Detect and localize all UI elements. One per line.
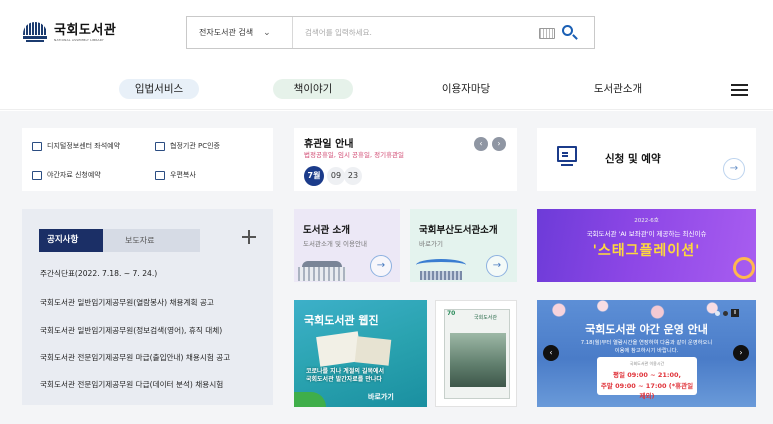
tab-notices[interactable]: 공지사항 [39, 229, 103, 252]
library-intro-tile[interactable]: 도서관 소개 도서관소개 및 이용안내 → [294, 209, 400, 282]
notice-item[interactable]: 국회도서관 일반임기제공무원(열람봉사) 채용계획 공고 [40, 297, 260, 308]
quick-links-card: 디지털정보센터 좌석예약 협정기관 PC인증 야간자료 신청예약 우편복사 [22, 128, 273, 191]
book-cover-image [450, 333, 506, 387]
closing-day: 23 [344, 167, 362, 185]
closing-title: 휴관일 안내 [304, 139, 354, 150]
kiosk-icon [557, 146, 577, 162]
webzine-link[interactable]: 바로가기 [368, 392, 394, 402]
slide-indicator: II [715, 309, 739, 317]
publication-banner[interactable]: 70 국회도서관 [435, 300, 517, 407]
busan-library-tile[interactable]: 국회부산도서관소개 바로가기 → [410, 209, 517, 282]
search-scope-select[interactable]: 전자도서관 검색 ⌄ [187, 17, 293, 48]
closing-prev-button[interactable]: ‹ [474, 137, 488, 151]
quick-link-seat-reservation[interactable]: 디지털정보센터 좌석예약 [32, 141, 120, 151]
closing-next-button[interactable]: › [492, 137, 506, 151]
nav-item-about[interactable]: 도서관소개 [578, 79, 658, 99]
quick-link-night-request[interactable]: 야간자료 신청예약 [32, 170, 101, 180]
book-icon [32, 170, 42, 180]
logo-subtitle: NATIONAL ASSEMBLY LIBRARY [54, 38, 104, 42]
tile-subtitle: 도서관소개 및 이용안내 [303, 240, 367, 248]
apply-title: 신청 및 예약 [605, 153, 661, 165]
notice-item[interactable]: 주간식단표(2022. 7.18. ~ 7. 24.) [40, 268, 260, 279]
nav-item-legislative[interactable]: 입법서비스 [119, 79, 199, 99]
arrow-right-icon: → [486, 255, 508, 277]
search-button[interactable] [560, 23, 580, 43]
site-header: 국회도서관 NATIONAL ASSEMBLY LIBRARY 전자도서관 검색… [0, 0, 773, 70]
search-scope-label: 전자도서관 검색 [199, 28, 254, 37]
menu-icon[interactable] [731, 84, 748, 96]
slide-next-button[interactable]: › [733, 345, 749, 361]
banner-headline: 국회도서관 웹진 [304, 314, 379, 327]
closing-days-card: 휴관일 안내 법정공휴일, 임시 공휴일, 정기휴관일 ‹ › 7월 09 23 [294, 128, 517, 191]
busan-building-icon [416, 259, 466, 281]
nav-item-books[interactable]: 책이야기 [273, 79, 353, 99]
tile-title: 도서관 소개 [303, 225, 351, 236]
pause-icon[interactable]: II [731, 309, 739, 317]
monitor-icon [155, 141, 165, 151]
arrow-right-icon: → [370, 255, 392, 277]
closing-month-badge: 7월 [304, 166, 324, 186]
banner-headline: 국회도서관 야간 운영 안내 [585, 323, 708, 336]
notice-item[interactable]: 국회도서관 전문임기제공무원 마급(출입안내) 채용시험 공고 [40, 352, 260, 363]
notice-item[interactable]: 국회도서관 전문임기제공무원 다급(데이터 분석) 채용시험 [40, 379, 260, 390]
tab-press-releases[interactable]: 보도자료 [103, 229, 200, 252]
closing-subtitle: 법정공휴일, 임시 공휴일, 정기휴관일 [304, 151, 405, 159]
tile-subtitle: 바로가기 [419, 240, 443, 248]
tile-title: 국회부산도서관소개 [419, 225, 498, 236]
closing-day: 09 [327, 167, 345, 185]
search-icon [562, 25, 573, 36]
site-logo[interactable]: 국회도서관 NATIONAL ASSEMBLY LIBRARY [22, 22, 116, 44]
more-plus-icon[interactable] [241, 229, 257, 245]
virtual-keyboard-icon[interactable] [539, 28, 555, 39]
slide-prev-button[interactable]: ‹ [543, 345, 559, 361]
main-nav: 입법서비스 책이야기 이용자마당 도서관소개 [0, 70, 773, 110]
logo-title: 국회도서관 [54, 23, 117, 38]
calendar-icon [32, 141, 42, 151]
quick-link-pc-auth[interactable]: 협정기관 PC인증 [155, 141, 220, 151]
library-building-icon [298, 261, 346, 282]
notice-panel: 공지사항 보도자료 주간식단표(2022. 7.18. ~ 7. 24.) 국회… [22, 209, 273, 405]
night-hours-banner[interactable]: II 국회도서관 야간 운영 안내 7.18(월)부터 열람시간을 연장하여 다… [537, 300, 756, 407]
apply-reservation-card[interactable]: 신청 및 예약 → [537, 128, 756, 191]
notice-item[interactable]: 국회도서관 일반임기제공무원(정보검색(영어), 휴직 대체) [40, 325, 260, 336]
chevron-down-icon: ⌄ [263, 27, 271, 38]
search-input[interactable] [293, 17, 523, 48]
logo-emblem-icon [22, 22, 48, 44]
decorative-ring [733, 257, 755, 279]
quick-link-mail-copy[interactable]: 우편복사 [155, 170, 196, 180]
banner-headline: '스태그플레이션' [592, 243, 701, 259]
mail-icon [155, 170, 165, 180]
webzine-banner[interactable]: 국회도서관 웹진 코로나를 지나 계절의 길목에서 국회도서관 발간자료를 만나… [294, 300, 427, 407]
nav-item-users[interactable]: 이용자마당 [426, 79, 506, 99]
arrow-right-icon: → [723, 158, 745, 180]
ai-assistant-banner[interactable]: 2022-6호 국회도서관 'AI 보좌관'이 제공하는 최신이슈 '스태그플레… [537, 209, 756, 282]
search-bar: 전자도서관 검색 ⌄ [186, 16, 595, 49]
